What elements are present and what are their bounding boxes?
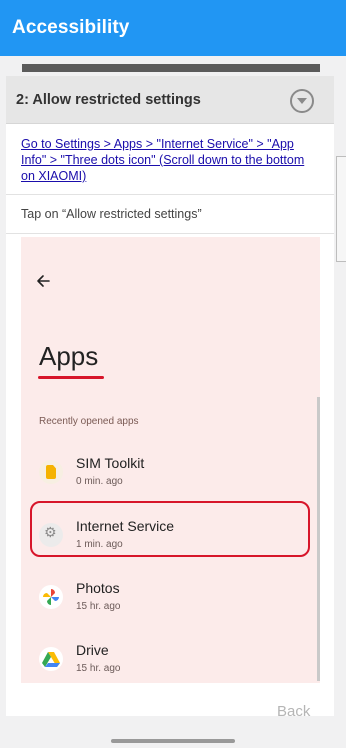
- photos-pinwheel-icon: [39, 585, 63, 609]
- side-edge-tab: [336, 156, 346, 262]
- app-name: SIM Toolkit: [76, 455, 145, 471]
- apps-title: Apps: [39, 341, 99, 371]
- divider: [6, 233, 334, 234]
- app-name: Drive: [76, 642, 109, 658]
- instruction-text: Tap on “Allow restricted settings”: [21, 207, 202, 221]
- red-underline-annotation: [38, 376, 104, 379]
- chevron-down-icon[interactable]: [290, 89, 314, 113]
- app-time: 15 hr. ago: [76, 663, 121, 674]
- back-button[interactable]: Back: [277, 703, 310, 720]
- app-bar: Accessibility: [0, 0, 346, 56]
- phone-screenshot: Apps Recently opened apps SIM Toolkit 0 …: [21, 237, 320, 683]
- app-name: Photos: [76, 580, 120, 596]
- phone-scrollbar: [317, 397, 320, 681]
- app-row-sim-toolkit: SIM Toolkit 0 min. ago: [21, 449, 320, 505]
- recent-apps-label: Recently opened apps: [39, 416, 139, 427]
- settings-path-link[interactable]: Go to Settings > Apps > "Internet Servic…: [21, 136, 321, 184]
- app-row-photos: Photos 15 hr. ago: [21, 574, 320, 630]
- drive-triangle-icon: [39, 647, 63, 671]
- step-card: 2: Allow restricted settings Go to Setti…: [6, 76, 334, 716]
- step-header[interactable]: 2: Allow restricted settings: [6, 76, 334, 124]
- step-title: 2: Allow restricted settings: [16, 92, 201, 108]
- previous-step-edge: [22, 64, 320, 72]
- back-arrow-icon: [37, 275, 50, 287]
- red-highlight-annotation: [30, 501, 310, 557]
- gesture-nav-bar[interactable]: [111, 739, 235, 743]
- app-row-drive: Drive 15 hr. ago: [21, 636, 320, 683]
- divider: [6, 194, 334, 195]
- app-time: 15 hr. ago: [76, 601, 121, 612]
- app-time: 0 min. ago: [76, 476, 123, 487]
- sim-toolkit-icon: [39, 460, 63, 484]
- main-content[interactable]: 2: Allow restricted settings Go to Setti…: [0, 56, 346, 748]
- app-title: Accessibility: [12, 17, 130, 38]
